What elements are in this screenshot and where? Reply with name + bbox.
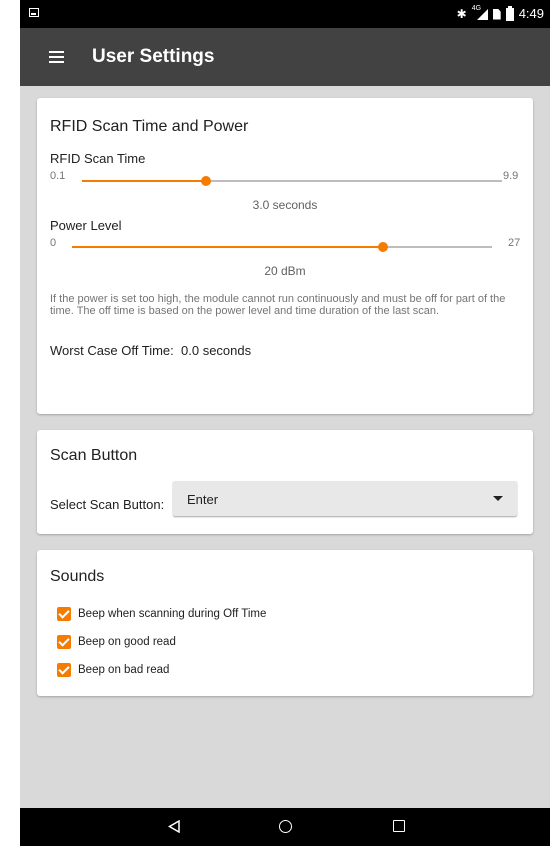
checkbox-checked-icon[interactable] <box>57 607 71 621</box>
scan-time-slider-thumb[interactable] <box>201 176 211 186</box>
rfid-scan-card: RFID Scan Time and Power RFID Scan Time … <box>37 98 533 414</box>
checkbox-checked-icon[interactable] <box>57 635 71 649</box>
power-level-min: 0 <box>50 237 57 249</box>
power-level-max: 27 <box>508 237 521 249</box>
select-scan-button-label: Select Scan Button: <box>50 497 165 512</box>
app-screen: ✱ 4G 4:49 User Settings RFID Scan Time a… <box>20 0 550 846</box>
status-time: 4:49 <box>518 6 544 21</box>
scan-time-slider-fill <box>82 180 206 182</box>
power-level-value: 20 dBm <box>264 264 306 278</box>
dropdown-arrow-icon <box>493 496 503 501</box>
bluetooth-icon: ✱ <box>456 7 467 21</box>
sim-icon <box>492 8 501 20</box>
signal-icon: 4G <box>471 5 488 20</box>
scan-time-max: 9.9 <box>503 170 519 182</box>
rfid-card-title: RFID Scan Time and Power <box>50 118 249 135</box>
beep-off-time-label: Beep when scanning during Off Time <box>78 608 267 620</box>
scan-button-select[interactable]: Enter <box>173 481 517 516</box>
beep-good-read-label: Beep on good read <box>78 636 176 648</box>
battery-icon <box>505 5 514 21</box>
hamburger-menu-icon[interactable] <box>49 51 64 63</box>
network-type-label: 4G <box>471 5 482 12</box>
off-time-value: 0.0 seconds <box>181 343 252 358</box>
power-level-label: Power Level <box>50 218 122 233</box>
scan-card-title: Scan Button <box>50 447 138 464</box>
beep-bad-read-option[interactable]: Beep on bad read <box>57 662 169 678</box>
beep-off-time-option[interactable]: Beep when scanning during Off Time <box>57 606 266 622</box>
system-nav-bar <box>20 808 550 846</box>
beep-good-read-option[interactable]: Beep on good read <box>57 634 176 650</box>
scan-time-slider[interactable] <box>82 176 502 186</box>
status-icons: ✱ 4G 4:49 <box>457 5 544 23</box>
scan-button-card: Scan Button Select Scan Button: Enter <box>37 430 533 534</box>
power-level-slider-thumb[interactable] <box>378 242 388 252</box>
scan-time-value: 3.0 seconds <box>252 198 318 212</box>
page-title: User Settings <box>92 46 215 67</box>
sounds-card: Sounds Beep when scanning during Off Tim… <box>37 550 533 696</box>
sounds-card-title: Sounds <box>50 568 105 585</box>
app-toolbar: User Settings <box>20 28 550 86</box>
off-time-label: Worst Case Off Time: <box>50 343 174 358</box>
home-icon[interactable] <box>279 820 292 833</box>
scan-time-min: 0.1 <box>50 170 66 182</box>
status-bar: ✱ 4G 4:49 <box>20 0 550 28</box>
checkbox-checked-icon[interactable] <box>57 663 71 677</box>
power-level-slider-fill <box>72 246 383 248</box>
image-icon <box>29 8 39 17</box>
back-icon[interactable] <box>168 820 180 833</box>
off-time-row: Worst Case Off Time: 0.0 seconds <box>50 343 251 358</box>
power-level-slider[interactable] <box>72 242 492 252</box>
recents-icon[interactable] <box>393 820 405 832</box>
power-warning-text: If the power is set too high, the module… <box>50 293 506 317</box>
scan-button-selected-value: Enter <box>187 492 219 507</box>
beep-bad-read-label: Beep on bad read <box>78 664 170 676</box>
scan-time-label: RFID Scan Time <box>50 151 146 166</box>
